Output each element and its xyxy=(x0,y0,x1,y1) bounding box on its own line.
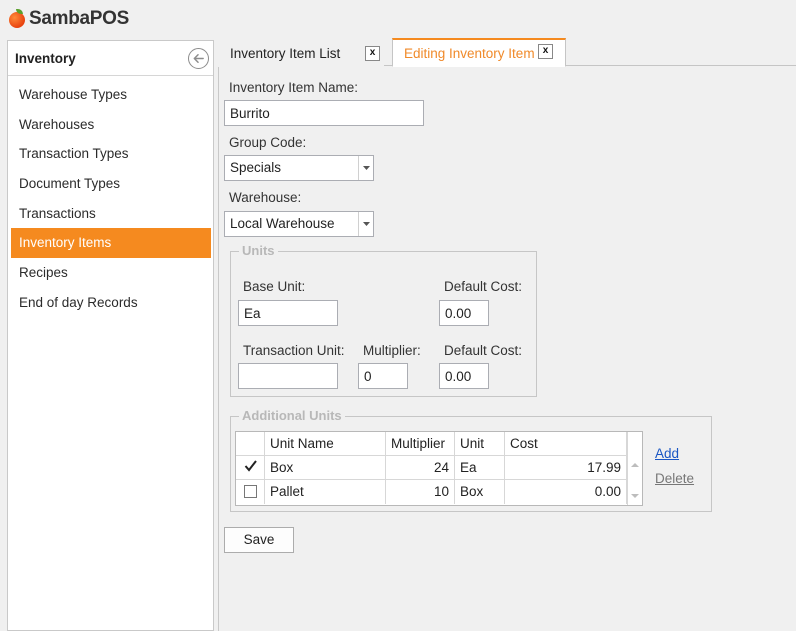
dropdown-arrow-icon[interactable] xyxy=(358,212,373,236)
sidebar-item-warehouses[interactable]: Warehouses xyxy=(11,110,211,140)
unit-name-cell[interactable]: Box xyxy=(265,456,386,480)
tab-editing-inventory-item[interactable]: Editing Inventory Item x xyxy=(392,38,566,67)
grid-header-check xyxy=(236,432,265,456)
sidebar-header: Inventory xyxy=(8,41,213,76)
logo: SambaPOS xyxy=(8,7,129,31)
row-check-cell xyxy=(236,456,265,480)
header: SambaPOS xyxy=(0,0,796,38)
base-unit-label: Base Unit: xyxy=(243,279,306,294)
editor-panel: Inventory Item Name: Group Code: Special… xyxy=(218,67,796,631)
base-unit-input[interactable] xyxy=(238,300,338,326)
units-group-title: Units xyxy=(239,243,278,259)
group-code-value: Specials xyxy=(230,160,282,175)
column-header-multiplier[interactable]: Multiplier xyxy=(386,432,455,456)
inventory-item-name-input[interactable] xyxy=(224,100,424,126)
transaction-default-cost-label: Default Cost: xyxy=(444,343,523,358)
delete-unit-link[interactable]: Delete xyxy=(655,471,694,486)
table-row[interactable]: Pallet 10 Box 0.00 xyxy=(236,480,642,504)
cost-cell[interactable]: 17.99 xyxy=(505,456,627,480)
column-header-unit-name[interactable]: Unit Name xyxy=(265,432,386,456)
transaction-default-cost-input[interactable] xyxy=(439,363,489,389)
apple-logo-icon xyxy=(8,9,28,29)
tab-bar: Inventory Item List x Editing Inventory … xyxy=(218,38,796,67)
multiplier-label: Multiplier: xyxy=(363,343,421,358)
grid-scrollbar[interactable] xyxy=(627,432,642,505)
units-group: Units Base Unit: Default Cost: Transacti… xyxy=(230,243,537,397)
additional-units-group: Additional Units Unit Name Multiplier Un… xyxy=(230,408,712,512)
additional-units-group-title: Additional Units xyxy=(239,408,345,424)
sidebar-item-document-types[interactable]: Document Types xyxy=(11,169,211,199)
multiplier-input[interactable] xyxy=(358,363,408,389)
transaction-unit-label: Transaction Unit: xyxy=(243,343,345,358)
close-tab-icon[interactable]: x xyxy=(538,44,553,59)
sidebar-title: Inventory xyxy=(15,50,76,66)
cost-cell[interactable]: 0.00 xyxy=(505,480,627,504)
group-code-select[interactable]: Specials xyxy=(224,155,374,181)
unit-name-cell[interactable]: Pallet xyxy=(265,480,386,504)
warehouse-label: Warehouse: xyxy=(229,190,302,205)
row-check-cell xyxy=(236,480,265,504)
additional-units-grid: Unit Name Multiplier Unit Cost Box 24 Ea… xyxy=(235,431,643,506)
column-header-unit[interactable]: Unit xyxy=(455,432,505,456)
save-button[interactable]: Save xyxy=(224,527,294,553)
logo-text: SambaPOS xyxy=(29,8,130,29)
dropdown-arrow-icon[interactable] xyxy=(358,156,373,180)
sidebar-item-transactions[interactable]: Transactions xyxy=(11,199,211,229)
row-checkbox-checked[interactable] xyxy=(244,460,257,474)
grid-header-row: Unit Name Multiplier Unit Cost xyxy=(236,432,642,456)
sidebar-item-end-of-day-records[interactable]: End of day Records xyxy=(11,288,211,318)
inventory-item-name-label: Inventory Item Name: xyxy=(229,80,359,95)
transaction-unit-input[interactable] xyxy=(238,363,338,389)
sidebar-item-warehouse-types[interactable]: Warehouse Types xyxy=(11,80,211,110)
unit-cell[interactable]: Ea xyxy=(455,456,505,480)
sidebar-list: Warehouse Types Warehouses Transaction T… xyxy=(8,76,213,318)
group-code-label: Group Code: xyxy=(229,135,307,150)
sidebar-item-inventory-items[interactable]: Inventory Items xyxy=(11,228,211,259)
warehouse-value: Local Warehouse xyxy=(230,216,335,231)
tab-label: Editing Inventory Item xyxy=(404,45,535,61)
column-header-cost[interactable]: Cost xyxy=(505,432,627,456)
app-window: SambaPOS Inventory Warehouse Types Wareh… xyxy=(0,0,796,631)
add-unit-link[interactable]: Add xyxy=(655,446,679,461)
inventory-sidebar: Inventory Warehouse Types Warehouses Tra… xyxy=(7,40,214,631)
warehouse-select[interactable]: Local Warehouse xyxy=(224,211,374,237)
tab-inventory-item-list[interactable]: Inventory Item List x xyxy=(218,40,384,67)
sidebar-item-transaction-types[interactable]: Transaction Types xyxy=(11,139,211,169)
sidebar-item-recipes[interactable]: Recipes xyxy=(11,258,211,288)
table-row[interactable]: Box 24 Ea 17.99 xyxy=(236,456,642,480)
tab-label: Inventory Item List xyxy=(230,46,341,61)
close-tab-icon[interactable]: x xyxy=(365,46,380,61)
row-checkbox-unchecked[interactable] xyxy=(244,485,257,498)
multiplier-cell[interactable]: 24 xyxy=(386,456,455,480)
multiplier-cell[interactable]: 10 xyxy=(386,480,455,504)
scroll-up-icon[interactable] xyxy=(631,462,639,468)
back-arrow-icon[interactable] xyxy=(188,48,209,69)
scroll-down-icon[interactable] xyxy=(631,493,639,499)
default-cost-label: Default Cost: xyxy=(444,279,523,294)
unit-cell[interactable]: Box xyxy=(455,480,505,504)
default-cost-input[interactable] xyxy=(439,300,489,326)
